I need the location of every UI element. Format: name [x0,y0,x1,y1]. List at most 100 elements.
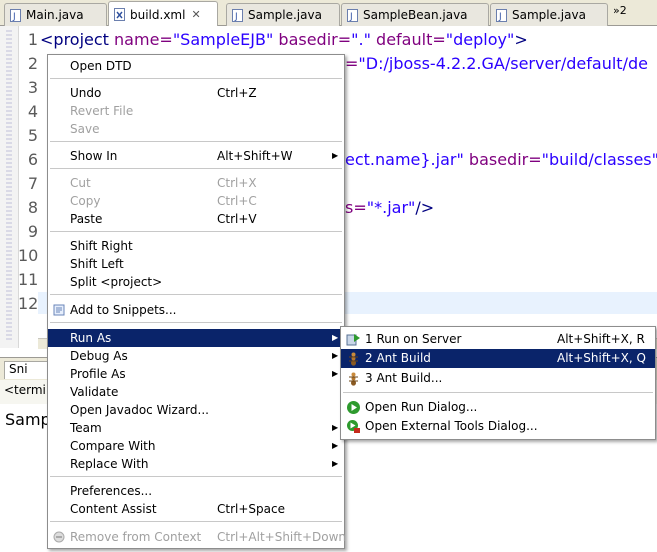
menu-item-open-dtd[interactable]: Open DTD [48,57,344,75]
menu-item-label: 2 Ant Build [365,351,431,365]
menu-item-show-in[interactable]: Show In Alt+Shift+W ▶ [48,147,344,165]
menu-item-content-assist[interactable]: Content Assist Ctrl+Space [48,500,344,518]
menu-item-profile-as[interactable]: Profile As ▶ [48,365,344,383]
run-on-server-icon [346,334,360,346]
code-token: "D:/jboss-4.2.2.GA/server/default/de [358,54,648,73]
menu-item-shortcut: Alt+Shift+W [217,149,293,163]
console-text: Samp [5,410,51,429]
submenu-arrow-icon: ▶ [332,441,339,450]
menu-item-label: Shift Right [70,239,133,253]
menu-item-label: Content Assist [70,502,157,516]
menu-separator [343,392,653,393]
menu-item-label: Shift Left [70,257,124,271]
line-number: 4 [27,102,38,121]
menu-item-label: Paste [70,212,103,226]
menu-item-label: Run As [70,331,112,345]
submenu-arrow-icon: ▶ [332,333,339,342]
xml-file-icon [114,8,125,21]
menu-item-label: Cut [70,176,91,190]
menu-item-validate[interactable]: Validate [48,383,344,401]
menu-item-label: Undo [70,86,102,100]
code-token: "deploy" [445,30,515,49]
menu-item-shift-right[interactable]: Shift Right [48,237,344,255]
menu-item-open-javadoc-wizard[interactable]: Open Javadoc Wizard... [48,401,344,419]
tab-label: Sample.java [512,8,586,22]
tab-sample-java-2[interactable]: J Sample.java [490,3,608,26]
editor-ruler [0,26,19,348]
menu-separator [50,294,342,295]
line-number: 8 [27,198,38,217]
menu-item-undo[interactable]: Undo Ctrl+Z [48,84,344,102]
menu-item-shortcut: Ctrl+Alt+Shift+Down [217,530,347,544]
menu-item-run-as[interactable]: Run As ▶ [48,329,344,347]
code-token: "SampleEJB" [172,30,274,49]
menu-separator [50,231,342,232]
menu-item-label: Open DTD [70,59,132,73]
editor-tab-bar: J Main.java build.xml ✕ J Sample.java J … [0,0,657,27]
line-number: 10 [18,246,39,265]
menu-item-label: Revert File [70,104,134,118]
menu-item-label: Remove from Context [70,530,202,544]
submenu-arrow-icon: ▶ [332,351,339,360]
submenu-arrow-icon: ▶ [332,459,339,468]
menu-item-split-project[interactable]: Split <project> [48,273,344,291]
code-token: default= [370,30,446,49]
menu-item-shortcut: Ctrl+X [217,176,257,190]
code-token: = [345,54,359,73]
menu-item-remove-from-context: Remove from Context Ctrl+Alt+Shift+Down [48,528,347,546]
menu-separator [50,476,342,477]
close-icon[interactable]: ✕ [191,8,200,21]
submenu-item-ant-build-dialog[interactable]: 3 Ant Build... [341,369,655,388]
menu-item-label: Add to Snippets... [70,303,177,317]
menu-item-label: Validate [70,385,119,399]
code-line-2: ="D:/jboss-4.2.2.GA/server/default/de [345,54,648,73]
menu-item-add-to-snippets[interactable]: Add to Snippets... [48,301,344,319]
java-file-icon: J [10,8,21,22]
menu-separator [50,521,342,522]
menu-item-label: 3 Ant Build... [365,371,443,385]
svg-text:J: J [349,12,353,22]
menu-item-label: Preferences... [70,484,153,498]
ant-icon [349,372,358,386]
tab-samplebean-java[interactable]: J SampleBean.java [341,3,489,26]
menu-item-label: Debug As [70,349,128,363]
menu-item-label: Copy [70,194,101,208]
java-file-icon: J [347,8,358,22]
menu-item-label: Open Javadoc Wizard... [70,403,209,417]
menu-item-shift-left[interactable]: Shift Left [48,255,344,273]
tab-overflow-button[interactable]: »2 [613,4,627,17]
tab-build-xml[interactable]: build.xml ✕ [108,1,218,27]
menu-item-label: Team [70,421,102,435]
menu-item-team[interactable]: Team ▶ [48,419,344,437]
code-token: > [514,30,528,49]
code-line-6: ect.name}.jar" basedir="build/classes"/ [345,150,657,169]
tab-snippets[interactable]: Sni [4,361,48,379]
menu-item-revert-file: Revert File [48,102,344,120]
submenu-arrow-icon: ▶ [332,369,339,378]
menu-separator [50,78,342,79]
submenu-item-open-run-dialog[interactable]: Open Run Dialog... [341,398,655,417]
line-number: 9 [27,222,38,241]
line-number: 5 [27,126,38,145]
menu-item-paste[interactable]: Paste Ctrl+V [48,210,344,228]
menu-item-label: Profile As [70,367,126,381]
menu-item-save: Save [48,120,344,138]
tab-label: Main.java [26,8,84,22]
menu-item-shortcut: Ctrl+V [217,212,257,226]
menu-separator [50,141,342,142]
tab-label: SampleBean.java [363,8,468,22]
tab-sample-java[interactable]: J Sample.java [226,3,340,26]
submenu-item-open-external-tools-dialog[interactable]: Open External Tools Dialog... [341,417,655,436]
menu-item-preferences[interactable]: Preferences... [48,482,344,500]
menu-item-shortcut: Ctrl+Space [217,502,285,516]
menu-item-cut: Cut Ctrl+X [48,174,344,192]
code-token: "." [351,30,371,49]
menu-item-replace-with[interactable]: Replace With ▶ [48,455,344,473]
submenu-item-ant-build[interactable]: 2 Ant Build Alt+Shift+X, Q [341,349,655,368]
menu-item-compare-with[interactable]: Compare With ▶ [48,437,344,455]
code-token: /> [415,198,435,217]
tab-main-java[interactable]: J Main.java [4,3,107,26]
menu-item-debug-as[interactable]: Debug As ▶ [48,347,344,365]
submenu-item-run-on-server[interactable]: 1 Run on Server Alt+Shift+X, R [341,330,655,349]
menu-separator [50,168,342,169]
